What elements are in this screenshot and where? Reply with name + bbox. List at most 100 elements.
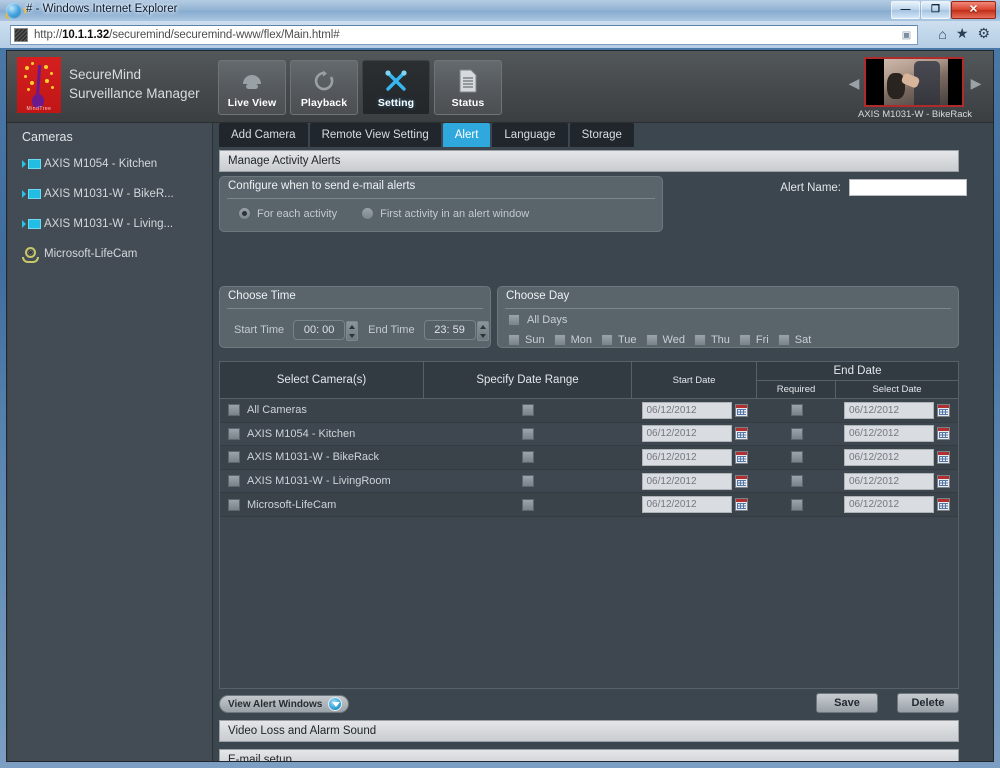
- choose-day-title: Choose Day: [506, 290, 570, 302]
- tab-alert[interactable]: Alert: [442, 123, 491, 147]
- calendar-icon[interactable]: [937, 474, 950, 488]
- radio-for-each-activity[interactable]: For each activity: [238, 207, 337, 220]
- start-date-input[interactable]: 06/12/2012: [641, 425, 732, 443]
- calendar-icon[interactable]: [734, 403, 748, 417]
- gear-icon[interactable]: ⚙: [977, 25, 990, 42]
- tab-storage[interactable]: Storage: [569, 123, 634, 147]
- tab-remote-view-setting[interactable]: Remote View Setting: [309, 123, 441, 147]
- date-range-checkbox[interactable]: [522, 404, 534, 417]
- end-time-stepper[interactable]: [476, 321, 489, 341]
- cell-camera: Microsoft-LifeCam: [220, 493, 424, 516]
- required-checkbox[interactable]: [790, 475, 803, 488]
- table-row[interactable]: Microsoft-LifeCam 06/12/2012 06/12/2012: [220, 493, 958, 517]
- all-days-checkbox[interactable]: [508, 314, 520, 326]
- maximize-button[interactable]: ❐: [921, 1, 950, 19]
- required-checkbox[interactable]: [790, 427, 803, 440]
- checkbox[interactable]: [777, 334, 790, 346]
- checkbox[interactable]: [645, 334, 658, 346]
- start-date-input[interactable]: 06/12/2012: [641, 496, 732, 514]
- calendar-icon[interactable]: [734, 450, 748, 464]
- day-checkbox-wed[interactable]: Wed: [645, 334, 685, 346]
- checkbox[interactable]: [693, 334, 706, 346]
- address-input[interactable]: http://10.1.1.32/securemind/securemind-w…: [10, 25, 918, 45]
- all-days-checkbox-row[interactable]: All Days: [508, 314, 567, 326]
- minimize-button[interactable]: —: [891, 1, 920, 19]
- star-icon[interactable]: ★: [956, 25, 969, 42]
- sidebar-item-camera-3[interactable]: AXIS M1031-W - Living...: [8, 209, 212, 239]
- day-checkbox-fri[interactable]: Fri: [738, 334, 769, 346]
- calendar-icon[interactable]: [937, 450, 950, 464]
- section-manage-activity-alerts[interactable]: Manage Activity Alerts: [219, 150, 959, 172]
- checkbox[interactable]: [553, 334, 566, 346]
- preview-thumbnail[interactable]: [864, 57, 964, 107]
- end-date-input[interactable]: 06/12/2012: [844, 496, 934, 514]
- cell-end-date: 06/12/2012: [836, 446, 958, 469]
- row-select-checkbox[interactable]: [228, 451, 240, 464]
- day-checkbox-tue[interactable]: Tue: [600, 334, 637, 346]
- date-range-checkbox[interactable]: [522, 427, 534, 440]
- calendar-icon[interactable]: [734, 427, 748, 441]
- start-time-stepper[interactable]: [346, 321, 359, 341]
- tab-add-camera[interactable]: Add Camera: [219, 123, 308, 147]
- delete-button[interactable]: Delete: [897, 693, 959, 713]
- section-email-setup[interactable]: E-mail setup: [219, 749, 959, 761]
- home-icon[interactable]: ⌂: [938, 26, 946, 42]
- start-time-input[interactable]: 00: 00: [293, 320, 359, 341]
- preview-prev-arrow[interactable]: ◀: [847, 75, 861, 92]
- window-controls: — ❐ ✕: [891, 1, 996, 19]
- nav-live-view[interactable]: Live View: [218, 60, 286, 115]
- choose-time-panel: Choose Time Start Time 00: 00 End Time 2…: [219, 286, 491, 348]
- section-video-loss-alarm-sound[interactable]: Video Loss and Alarm Sound: [219, 720, 959, 742]
- nav-playback[interactable]: Playback: [290, 60, 358, 115]
- day-checkbox-thu[interactable]: Thu: [693, 334, 730, 346]
- start-date-input[interactable]: 06/12/2012: [641, 472, 732, 490]
- nav-setting[interactable]: Setting: [362, 60, 430, 115]
- table-row[interactable]: AXIS M1031-W - BikeRack 06/12/2012 06/12…: [220, 446, 958, 470]
- date-range-checkbox[interactable]: [522, 498, 534, 511]
- checkbox[interactable]: [600, 334, 613, 346]
- calendar-icon[interactable]: [734, 498, 748, 512]
- tab-language[interactable]: Language: [492, 123, 568, 147]
- required-checkbox[interactable]: [790, 498, 803, 511]
- table-row[interactable]: AXIS M1054 - Kitchen 06/12/2012 06/12/20…: [220, 422, 958, 447]
- radio-first-activity-in-window[interactable]: First activity in an alert window: [361, 207, 529, 220]
- preview-next-arrow[interactable]: ▶: [969, 75, 983, 92]
- go-refresh-icon[interactable]: ▣: [899, 28, 914, 43]
- checkbox[interactable]: [508, 334, 520, 346]
- end-date-input[interactable]: 06/12/2012: [844, 401, 934, 419]
- close-button[interactable]: ✕: [951, 1, 996, 19]
- day-checkbox-sun[interactable]: Sun: [508, 334, 545, 346]
- nav-status[interactable]: Status: [434, 60, 502, 115]
- row-select-checkbox[interactable]: [228, 498, 240, 511]
- row-select-checkbox[interactable]: [228, 427, 240, 440]
- sidebar-item-camera-4[interactable]: Microsoft-LifeCam: [8, 239, 212, 269]
- calendar-icon[interactable]: [937, 498, 950, 512]
- alert-name-input[interactable]: [849, 179, 967, 196]
- end-date-input[interactable]: 06/12/2012: [844, 448, 934, 466]
- calendar-icon[interactable]: [734, 474, 748, 488]
- calendar-icon[interactable]: [937, 427, 950, 441]
- date-range-checkbox[interactable]: [522, 451, 534, 464]
- view-alert-windows-button[interactable]: View Alert Windows: [219, 695, 350, 713]
- day-checkbox-sat[interactable]: Sat: [777, 334, 811, 346]
- sidebar-item-camera-1[interactable]: AXIS M1054 - Kitchen: [8, 149, 212, 179]
- calendar-icon[interactable]: [937, 403, 950, 417]
- table-row[interactable]: All Cameras 06/12/2012 06/12/2012: [220, 399, 958, 423]
- table-row[interactable]: AXIS M1031-W - LivingRoom 06/12/2012 06/…: [220, 469, 958, 494]
- day-checkbox-mon[interactable]: Mon: [553, 334, 592, 346]
- date-range-checkbox[interactable]: [522, 475, 534, 488]
- end-date-input[interactable]: 06/12/2012: [844, 425, 934, 443]
- required-checkbox[interactable]: [790, 404, 803, 417]
- sidebar-item-camera-2[interactable]: AXIS M1031-W - BikeR...: [8, 179, 212, 209]
- checkbox[interactable]: [738, 334, 751, 346]
- row-select-checkbox[interactable]: [228, 475, 240, 488]
- row-select-checkbox[interactable]: [228, 404, 240, 417]
- save-button[interactable]: Save: [816, 693, 878, 713]
- webcam-icon: [22, 246, 44, 263]
- end-time-input[interactable]: 23: 59: [423, 320, 489, 341]
- start-date-input[interactable]: 06/12/2012: [641, 448, 732, 466]
- end-date-input[interactable]: 06/12/2012: [844, 472, 934, 490]
- start-date-input[interactable]: 06/12/2012: [641, 401, 732, 419]
- required-checkbox[interactable]: [790, 451, 803, 464]
- cameras-sidebar: Cameras AXIS M1054 - Kitchen AXIS M1031-…: [8, 123, 213, 761]
